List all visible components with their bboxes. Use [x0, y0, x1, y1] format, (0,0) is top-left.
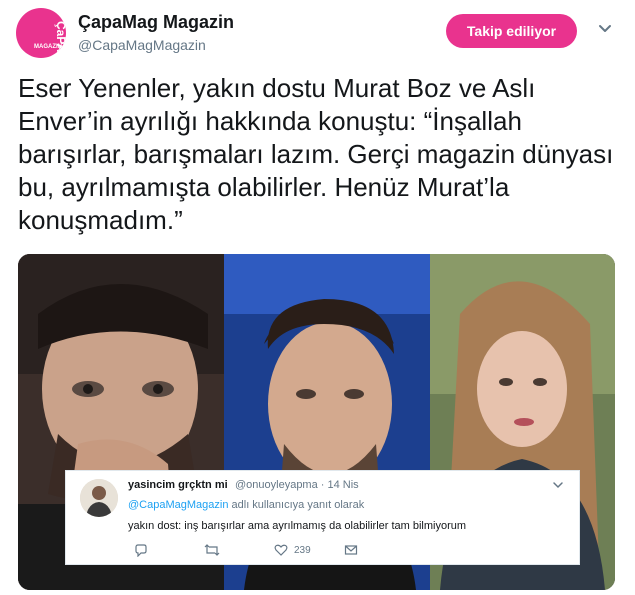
- account-avatar[interactable]: ÇaPA MAGAZIN: [16, 8, 66, 58]
- reply-to-mention[interactable]: @CapaMagMagazin: [128, 499, 228, 511]
- tweet-text: Eser Yenenler, yakın dostu Murat Boz ve …: [18, 73, 614, 235]
- retweet-action[interactable]: [204, 543, 220, 557]
- reply-action[interactable]: [134, 543, 148, 557]
- account-display-name[interactable]: ÇapaMag Magazin: [78, 12, 234, 33]
- like-count: 239: [294, 544, 311, 556]
- reply-handle-time[interactable]: @onuoyleyapma · 14 Nis: [235, 479, 359, 491]
- dm-action[interactable]: [344, 543, 358, 557]
- following-button[interactable]: Takip ediliyor: [446, 14, 577, 48]
- reply-icon: [135, 544, 147, 557]
- chevron-down-icon[interactable]: [596, 20, 614, 38]
- reply-display-name[interactable]: yasincim grçktn mi: [128, 479, 228, 491]
- reply-text: yakın dost: inş barışırlar ama ayrılmamı…: [128, 520, 467, 532]
- reply-to-suffix: adlı kullanıcıya yanıt olarak: [228, 499, 365, 511]
- reply-actions: 239: [128, 543, 428, 559]
- like-action[interactable]: 239: [274, 543, 311, 557]
- reply-to-line: @CapaMagMagazin adlı kullanıcıya yanıt o…: [128, 499, 364, 511]
- like-icon: [274, 544, 288, 556]
- account-handle[interactable]: @CapaMagMagazin: [78, 37, 206, 53]
- reply-avatar[interactable]: [80, 479, 118, 517]
- chevron-down-icon[interactable]: [552, 479, 564, 491]
- tweet-media[interactable]: yasincim grçktn mi @onuoyleyapma · 14 Ni…: [18, 254, 615, 590]
- avatar-logo-sub: MAGAZIN: [34, 44, 62, 50]
- embedded-reply-tweet[interactable]: yasincim grçktn mi @onuoyleyapma · 14 Ni…: [65, 470, 580, 565]
- dm-icon: [344, 545, 358, 555]
- tweet-header: ÇaPA MAGAZIN ÇapaMag Magazin @CapaMagMag…: [0, 0, 635, 66]
- retweet-icon: [204, 544, 220, 556]
